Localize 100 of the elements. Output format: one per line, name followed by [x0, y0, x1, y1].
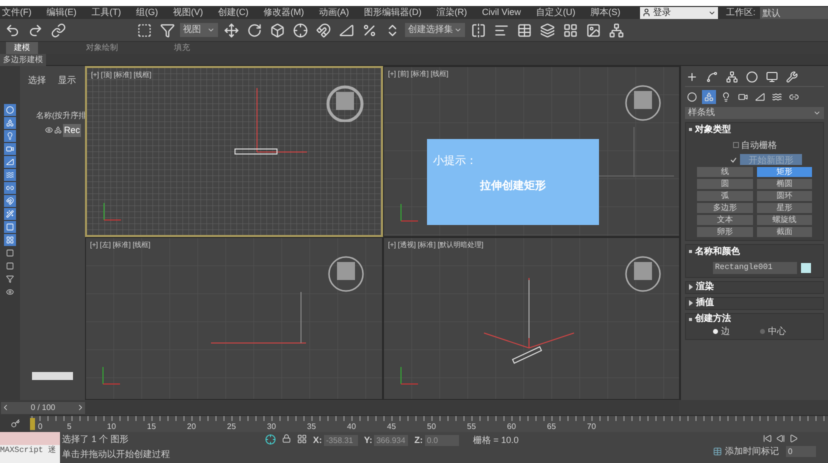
monitor-icon[interactable]	[765, 70, 779, 84]
name-field[interactable]: Rectangle001	[713, 262, 797, 274]
filter-toggle-icon[interactable]	[4, 182, 16, 194]
radio-button[interactable]	[713, 329, 718, 334]
frame-number: 15	[147, 421, 156, 433]
menu-item[interactable]: 文件(F)	[2, 6, 32, 20]
frame-field[interactable]: 0	[786, 446, 816, 458]
menu-item[interactable]: 视图(V)	[173, 6, 203, 20]
isolate-icon[interactable]	[265, 434, 276, 445]
view-dropdown[interactable]: 视图	[180, 23, 218, 37]
radio-label: 中心	[768, 324, 786, 338]
scrollbar	[32, 372, 73, 380]
shape-type-button[interactable]: 多边形	[697, 203, 752, 213]
rollout-title[interactable]: 名称和颜色	[695, 245, 740, 258]
frame-number: 60	[507, 421, 516, 433]
rollout-title[interactable]: 对象类型	[695, 123, 731, 136]
login-field[interactable]: 登录	[640, 6, 718, 18]
shape-type-button[interactable]: 螺旋线	[756, 215, 812, 225]
menu-item[interactable]: 渲染(R)	[436, 6, 467, 20]
circle-icon[interactable]	[745, 70, 759, 84]
lock-icon[interactable]	[282, 434, 291, 443]
menu-item[interactable]: 动画(A)	[319, 6, 349, 20]
ribbon-tab[interactable]: 建模	[6, 42, 38, 54]
menu-item[interactable]: 图形编辑器(D)	[364, 6, 422, 20]
ribbon-tab[interactable]: 填充	[166, 42, 198, 54]
frame-number: 65	[547, 421, 556, 433]
rollout-title[interactable]: 创建方法	[695, 312, 731, 326]
filter-toggle-icon[interactable]	[4, 169, 16, 181]
filter-toggle-icon[interactable]	[4, 130, 16, 142]
explorer-tab[interactable]: 选择	[28, 74, 46, 88]
shape-type-button[interactable]: 椭圆	[756, 179, 812, 189]
coordinate-label: X:	[313, 434, 322, 447]
expanded-icon	[689, 250, 692, 254]
filter-toggle-icon[interactable]	[4, 234, 16, 246]
filter-toggle-icon[interactable]	[4, 117, 16, 129]
ribbon-panel-label[interactable]: 多边形建模	[0, 54, 46, 66]
menu-item[interactable]: 编辑(E)	[46, 6, 76, 20]
frame-number: 20	[187, 421, 196, 433]
curve-icon[interactable]	[705, 70, 719, 84]
filter-toggle-icon[interactable]	[4, 143, 16, 155]
filter-toggle-icon[interactable]	[4, 195, 16, 207]
time-slider-thumb[interactable]: 0 / 100	[1, 402, 85, 414]
rollout-title[interactable]: 插值	[696, 296, 714, 310]
shape-type-button[interactable]: 星形	[756, 203, 812, 213]
eye-icon	[45, 126, 53, 134]
ribbon-tab[interactable]: 对象绘制	[78, 42, 126, 54]
menu-item[interactable]: 自定义(U)	[536, 6, 576, 20]
workspace-label: 工作区:	[726, 6, 756, 19]
triangle-icon[interactable]	[753, 90, 767, 104]
menu-item[interactable]: Civil View	[482, 6, 521, 20]
shape-type-button[interactable]: 文本	[697, 215, 752, 225]
absolute-mode-icon[interactable]	[297, 434, 307, 444]
menu-item[interactable]: 脚本(S)	[590, 6, 620, 20]
maxscript-field[interactable]: MAXScript 迷	[0, 445, 60, 463]
go-to-start-icon[interactable]	[763, 434, 772, 443]
wrench-icon[interactable]	[785, 70, 799, 84]
shape-type-button[interactable]: 截面	[756, 227, 812, 237]
menu-item[interactable]: 创建(C)	[218, 6, 248, 20]
shape-type-button[interactable]: 矩形	[756, 167, 812, 177]
shape-type-button[interactable]: 弧	[697, 191, 752, 201]
key-mode-icon[interactable]	[10, 419, 20, 428]
menu-item[interactable]: 组(G)	[136, 6, 158, 20]
frame-number: 5	[67, 421, 72, 433]
sphere-icon[interactable]	[685, 90, 699, 104]
layer-tool-icon[interactable]	[4, 260, 16, 272]
coordinate-label: Z:	[414, 434, 423, 447]
time-tag-icon[interactable]	[713, 447, 722, 456]
script-listener	[0, 432, 60, 445]
filter-toggle-icon[interactable]	[4, 156, 16, 168]
hierarchy-icon[interactable]	[725, 70, 739, 84]
shape-type-button[interactable]: 线	[697, 167, 752, 177]
filter-toggle-icon[interactable]	[4, 104, 16, 116]
layer-tool-icon[interactable]	[4, 247, 16, 259]
shape-type-button[interactable]: 卵形	[697, 227, 752, 237]
category-dropdown[interactable]: 样条线	[685, 107, 824, 119]
play-icon[interactable]	[789, 434, 798, 443]
frame-number: 10	[107, 421, 116, 433]
rollout-title[interactable]: 渲染	[696, 280, 714, 294]
shapes-icon[interactable]	[702, 90, 716, 104]
explorer-item[interactable]: Rec	[63, 124, 82, 137]
layer-tool-icon[interactable]	[4, 273, 16, 285]
selection-set-dropdown[interactable]: 创建选择集	[405, 23, 465, 37]
checkbox-label: 自动栅格	[741, 138, 777, 152]
frame-number: 50	[427, 421, 436, 433]
workspace-dropdown[interactable]: 默认	[760, 6, 828, 18]
plus-icon[interactable]	[685, 70, 699, 84]
radio-button[interactable]	[760, 329, 765, 334]
filter-toggle-icon[interactable]	[4, 208, 16, 220]
color-swatch[interactable]	[801, 262, 811, 272]
time-slider-handle[interactable]	[30, 418, 35, 430]
menu-item[interactable]: 工具(T)	[92, 6, 121, 20]
shape-type-button[interactable]: 圆	[697, 179, 752, 189]
checkbox[interactable]	[729, 156, 737, 164]
filter-toggle-icon[interactable]	[4, 221, 16, 233]
checkbox[interactable]	[733, 142, 739, 148]
explorer-tab[interactable]: 显示	[58, 74, 76, 88]
menu-item[interactable]: 修改器(M)	[264, 6, 304, 20]
shape-type-button[interactable]: 圆环	[756, 191, 812, 201]
time-tag-button[interactable]: 添加时间标记	[725, 445, 779, 458]
previous-key-icon[interactable]	[776, 434, 785, 443]
